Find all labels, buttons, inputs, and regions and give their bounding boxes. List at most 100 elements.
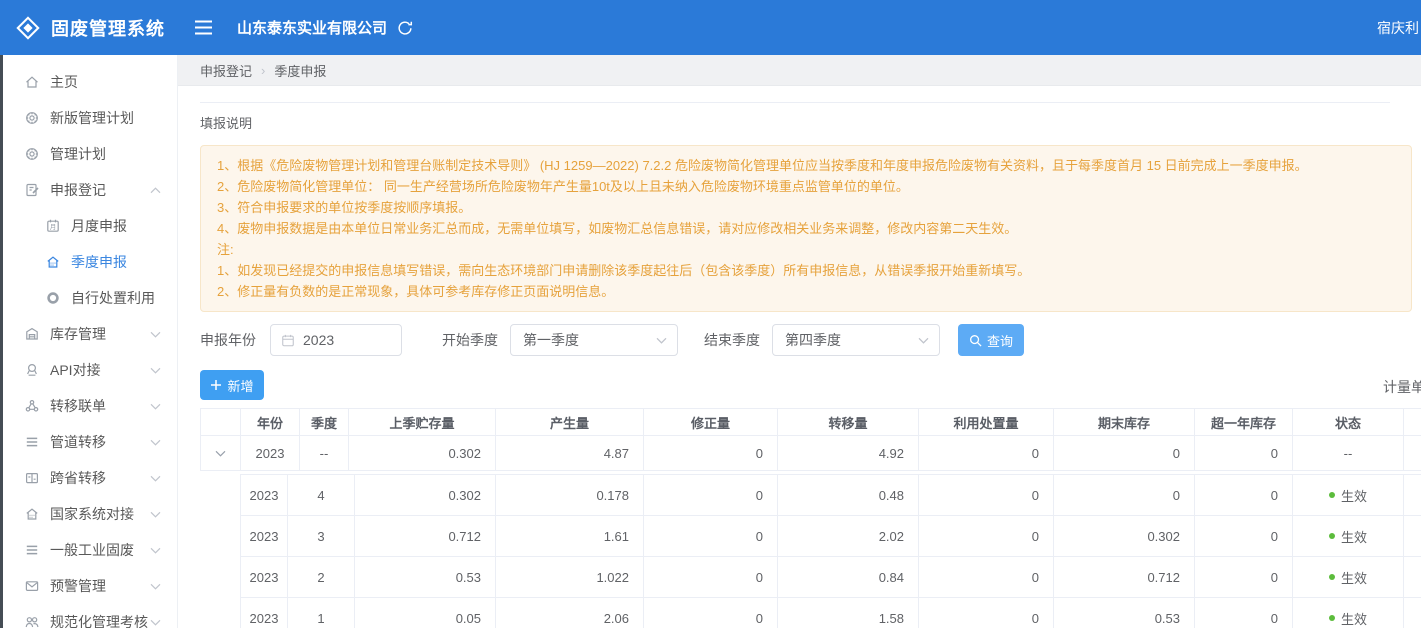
sidebar-item[interactable]: 国家系统对接 xyxy=(3,496,177,532)
sidebar-item-label: 月度申报 xyxy=(71,216,127,236)
column-header: 超一年库存 xyxy=(1195,409,1293,435)
value-cell: 0.302 xyxy=(349,436,496,470)
breadcrumb-item[interactable]: 申报登记 xyxy=(200,61,252,80)
filler-cell xyxy=(1404,516,1421,556)
seal-icon xyxy=(24,146,40,162)
chevron-down-icon xyxy=(918,337,929,344)
sidebar-item-label: 管道转移 xyxy=(50,432,106,452)
people-icon xyxy=(24,614,40,628)
value-cell: 0 xyxy=(919,475,1054,515)
api-icon xyxy=(24,362,40,378)
status-label: 生效 xyxy=(1341,527,1367,546)
value-cell: 0 xyxy=(919,557,1054,597)
divider xyxy=(200,102,1390,103)
table-row: 202330.7121.6102.0200.3020生效 xyxy=(241,516,1421,557)
value-cell: 4.92 xyxy=(778,436,919,470)
sidebar-item-label: 预警管理 xyxy=(50,576,106,596)
year-cell: 2023 xyxy=(241,598,288,628)
start-quarter-value: 第一季度 xyxy=(523,330,579,350)
refresh-icon[interactable] xyxy=(396,19,414,37)
sidebar-item[interactable]: API对接 xyxy=(3,352,177,388)
sidebar: 主页新版管理计划管理计划申报登记月 月度申报季度申报自行处置利用库存管理 API对接… xyxy=(3,55,178,628)
query-button-label: 查询 xyxy=(987,331,1013,350)
column-header: 期末库存 xyxy=(1054,409,1195,435)
username[interactable]: 宿庆利 xyxy=(1377,18,1419,38)
sidebar-item-label: API对接 xyxy=(50,360,101,380)
value-cell: 0.302 xyxy=(355,475,496,515)
sidebar-item[interactable]: 新版管理计划 xyxy=(3,100,177,136)
chevron-down-icon xyxy=(150,511,161,518)
year-input[interactable]: 2023 xyxy=(270,324,402,356)
quarter-cell: 4 xyxy=(288,475,355,515)
expand-chevron-icon[interactable] xyxy=(215,450,226,457)
chevron-down-icon xyxy=(150,367,161,374)
value-cell: 0 xyxy=(644,516,778,556)
top-header: 固废管理系统 山东泰东实业有限公司 宿庆利 xyxy=(0,0,1421,55)
summary-table: 年份季度上季贮存量产生量修正量转移量利用处置量期末库存超一年库存状态2023--… xyxy=(200,408,1421,471)
start-quarter-select[interactable]: 第一季度 xyxy=(510,324,678,356)
table-row: 202310.052.0601.5800.530生效 xyxy=(241,598,1421,628)
filler-cell xyxy=(1404,557,1421,597)
breadcrumb-item-current: 季度申报 xyxy=(274,61,326,80)
sidebar-item[interactable]: 管道转移 xyxy=(3,424,177,460)
national-building-icon xyxy=(24,506,40,522)
content-area: 填报说明 1、根据《危险废物管理计划和管理台账制定技术导则》 (HJ 1259—… xyxy=(178,102,1421,628)
filler-cell xyxy=(1404,475,1421,515)
chevron-down-icon xyxy=(150,439,161,446)
status-label: 生效 xyxy=(1341,568,1367,587)
year-filter-label: 申报年份 xyxy=(200,330,256,350)
status-cell: 生效 xyxy=(1293,516,1404,556)
chevron-down-icon xyxy=(150,331,161,338)
hamburger-menu-icon[interactable] xyxy=(194,20,213,35)
value-cell: 0 xyxy=(1195,516,1293,556)
warehouse-icon xyxy=(24,326,40,342)
status-label: 生效 xyxy=(1341,486,1367,505)
table-row: 202320.531.02200.8400.7120生效 xyxy=(241,557,1421,598)
sidebar-item-label: 规范化管理考核 xyxy=(50,612,148,628)
sidebar-item[interactable]: 主页 xyxy=(3,64,177,100)
value-cell: 0.48 xyxy=(778,475,919,515)
home-icon xyxy=(24,74,40,90)
sidebar-subitem[interactable]: 自行处置利用 xyxy=(3,280,177,316)
list-lines-icon xyxy=(24,434,40,450)
column-header: 季度 xyxy=(300,409,349,435)
sidebar-item[interactable]: 库存管理 xyxy=(3,316,177,352)
sidebar-item[interactable]: 一般工业固废 xyxy=(3,532,177,568)
sidebar-item[interactable]: 转移联单 xyxy=(3,388,177,424)
table-row: 202340.3020.17800.48000生效 xyxy=(241,475,1421,516)
end-quarter-select[interactable]: 第四季度 xyxy=(772,324,940,356)
add-button[interactable]: 新增 xyxy=(200,370,264,400)
notice-line: 2、修正量有负数的是正常现象，具体可参考库存修正页面说明信息。 xyxy=(217,281,1395,302)
list-lines-icon xyxy=(24,542,40,558)
column-header: 状态 xyxy=(1293,409,1404,435)
svg-text:月: 月 xyxy=(50,223,57,231)
filler-cell xyxy=(1404,598,1421,628)
sidebar-item-label: 新版管理计划 xyxy=(50,108,134,128)
status-dot-icon xyxy=(1329,492,1335,498)
chevron-down-icon xyxy=(150,475,161,482)
query-button[interactable]: 查询 xyxy=(958,324,1024,356)
main-panel: 申报登记 › 季度申报 填报说明 1、根据《危险废物管理计划和管理台账制定技术导… xyxy=(178,55,1421,628)
cross-transfer-icon xyxy=(24,470,40,486)
sidebar-subitem[interactable]: 季度申报 xyxy=(3,244,177,280)
sidebar-subitem[interactable]: 月 月度申报 xyxy=(3,208,177,244)
chevron-down-icon xyxy=(150,583,161,590)
logo-area: 固废管理系统 xyxy=(0,15,178,41)
quarter-cell: -- xyxy=(300,436,349,470)
sidebar-item[interactable]: 管理计划 xyxy=(3,136,177,172)
expand-cell xyxy=(201,436,241,470)
seal-icon xyxy=(24,110,40,126)
sidebar-item[interactable]: 跨省转移 xyxy=(3,460,177,496)
sidebar-item-label: 国家系统对接 xyxy=(50,504,134,524)
value-cell: 0.53 xyxy=(355,557,496,597)
sidebar-item[interactable]: 预警管理 xyxy=(3,568,177,604)
chevron-down-icon xyxy=(150,619,161,626)
sidebar-item[interactable]: 申报登记 xyxy=(3,172,177,208)
sidebar-item[interactable]: 规范化管理考核 xyxy=(3,604,177,628)
sidebar-item-label: 库存管理 xyxy=(50,324,106,344)
chevron-up-icon xyxy=(150,187,161,194)
company-name: 山东泰东实业有限公司 xyxy=(237,17,387,38)
sidebar-item-label: 一般工业固废 xyxy=(50,540,134,560)
section-title: 填报说明 xyxy=(200,113,1421,132)
value-cell: 0 xyxy=(1195,557,1293,597)
